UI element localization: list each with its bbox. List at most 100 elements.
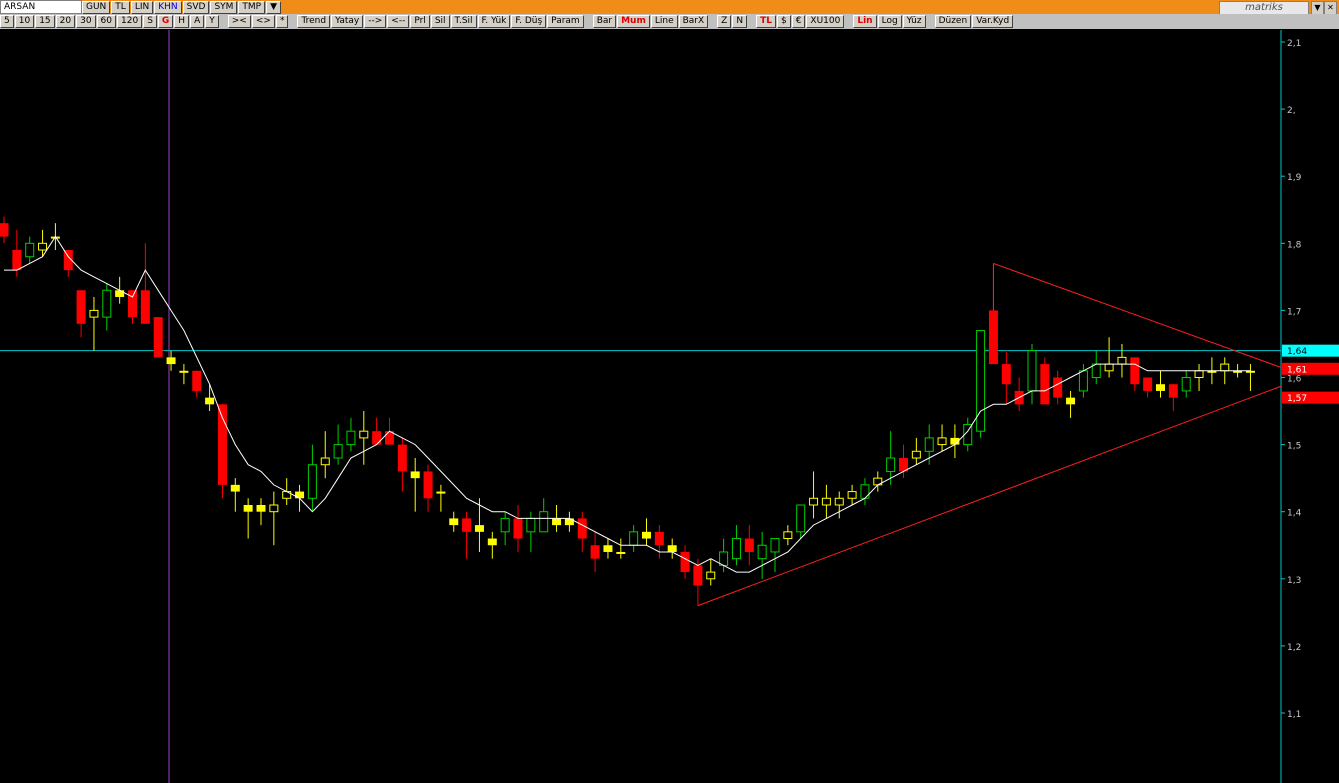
candle-body	[449, 518, 459, 526]
view-button-4[interactable]: SVD	[182, 1, 210, 14]
type-button-0[interactable]: Bar	[592, 15, 617, 28]
candle-body	[1117, 356, 1127, 365]
period-button-2[interactable]: 15	[35, 15, 55, 28]
scale-button-0[interactable]: Lin	[853, 15, 877, 28]
price-chart[interactable]: 2,1 2, 1,9 1,8 1,7 1,6 1,5 1,4 1,3 1,2 1,1 1,64 1,61…	[0, 30, 1339, 783]
zoom-button-1[interactable]: N	[732, 15, 748, 28]
candle-body	[89, 309, 99, 318]
period-button-8[interactable]: G	[157, 15, 174, 28]
candle-body	[397, 444, 407, 472]
candle-body	[526, 517, 536, 533]
candle-body	[38, 242, 48, 251]
y-tick-label: 1,9	[1287, 173, 1302, 183]
type-button-1[interactable]: Mum	[617, 15, 650, 28]
support-trend-line[interactable]	[697, 385, 1282, 607]
candle-body	[886, 457, 896, 472]
y-tick-label: 1,5	[1287, 442, 1301, 452]
draw-button-3[interactable]: <--	[387, 15, 410, 28]
currency-button-3[interactable]: XU100	[806, 15, 845, 28]
candle-body	[1053, 377, 1063, 398]
candle-body	[539, 511, 549, 533]
draw-button-7[interactable]: F. Yük	[477, 15, 511, 28]
view-button-5[interactable]: SYM	[210, 1, 238, 14]
period-button-4[interactable]: 30	[76, 15, 96, 28]
symbol-row: ARSAN GUN TL LIN KHN SVD SYM TMP ▼	[0, 0, 282, 14]
extra-button-1[interactable]: Var.Kyd	[972, 15, 1014, 28]
nav-button-0[interactable]: ><	[227, 15, 251, 28]
candle-body	[988, 310, 998, 365]
candle-body	[937, 437, 947, 446]
candle-body	[1066, 397, 1076, 405]
candle-body	[140, 290, 150, 324]
candle-body	[372, 431, 382, 445]
view-button-7[interactable]: ▼	[266, 1, 282, 14]
view-button-0[interactable]: GUN	[82, 1, 111, 14]
period-button-6[interactable]: 120	[117, 15, 143, 28]
period-button-7[interactable]: S	[143, 15, 157, 28]
candle-body	[770, 538, 780, 553]
moving-average-line	[4, 235, 1251, 573]
candle-body	[230, 484, 240, 492]
command-row: 5 10 15 20 30 60 120 S G H A Y >< <> * Trend Yatay --> <-…	[0, 14, 1339, 29]
draw-button-1[interactable]: Yatay	[331, 15, 364, 28]
type-button-2[interactable]: Line	[650, 15, 678, 28]
candle-body	[474, 525, 484, 532]
period-button-9[interactable]: H	[174, 15, 190, 28]
period-button-1[interactable]: 10	[14, 15, 35, 28]
period-button-10[interactable]: A	[190, 15, 205, 28]
view-button-6[interactable]: TMP	[238, 1, 266, 14]
candle-body	[1027, 350, 1037, 392]
candle-body	[642, 531, 651, 539]
candle-body	[757, 544, 767, 560]
price-label: 1,57	[1287, 394, 1307, 404]
candle-body	[1143, 377, 1153, 391]
draw-button-2[interactable]: -->	[364, 15, 387, 28]
candle-body	[1168, 384, 1178, 398]
period-button-3[interactable]: 20	[55, 15, 76, 28]
type-button-3[interactable]: BarX	[678, 15, 709, 28]
candle-body	[706, 571, 716, 580]
candle-body	[1194, 370, 1204, 379]
draw-button-9[interactable]: Param	[547, 15, 584, 28]
draw-button-0[interactable]: Trend	[297, 15, 331, 28]
extra-button-0[interactable]: Düzen	[934, 15, 972, 28]
currency-button-1[interactable]: $	[776, 15, 791, 28]
scale-button-1[interactable]: Log	[877, 15, 902, 28]
draw-button-6[interactable]: T.Sil	[450, 15, 477, 28]
candle-body	[1078, 370, 1088, 392]
view-button-2[interactable]: LIN	[130, 1, 154, 14]
draw-button-4[interactable]: Prl	[410, 15, 430, 28]
candle-body	[436, 491, 446, 494]
candle-body	[564, 518, 574, 526]
dropdown-icon[interactable]: ▼	[1311, 1, 1324, 15]
candle-body	[320, 457, 330, 466]
currency-button-2[interactable]: €	[791, 15, 806, 28]
candle-body	[295, 491, 305, 499]
candle-body	[153, 317, 163, 358]
period-button-5[interactable]: 60	[96, 15, 116, 28]
draw-button-5[interactable]: Sil	[430, 15, 450, 28]
candle-body	[680, 551, 690, 573]
candle-body	[1040, 364, 1050, 405]
candle-body	[12, 250, 22, 271]
period-button-0[interactable]: 5	[0, 15, 14, 28]
candle-body	[667, 545, 677, 552]
draw-button-8[interactable]: F. Düş	[511, 15, 547, 28]
scale-button-2[interactable]: Yüz	[902, 15, 926, 28]
view-button-3[interactable]: KHN	[154, 1, 182, 14]
nav-button-2[interactable]: *	[275, 15, 289, 28]
currency-button-0[interactable]: TL	[756, 15, 776, 28]
nav-button-1[interactable]: <>	[251, 15, 275, 28]
candle-body	[693, 565, 703, 586]
view-button-1[interactable]: TL	[111, 1, 130, 14]
close-icon[interactable]: ✕	[1324, 1, 1337, 15]
candle-body	[616, 551, 626, 554]
symbol-field[interactable]: ARSAN	[0, 0, 82, 14]
resistance-trend-line[interactable]	[993, 262, 1282, 368]
candle-body	[205, 397, 215, 405]
period-button-11[interactable]: Y	[205, 15, 219, 28]
candle-body	[513, 518, 523, 539]
zoom-button-0[interactable]: Z	[717, 15, 732, 28]
y-tick-label: 1,2	[1287, 643, 1301, 653]
candle-body	[629, 531, 639, 546]
